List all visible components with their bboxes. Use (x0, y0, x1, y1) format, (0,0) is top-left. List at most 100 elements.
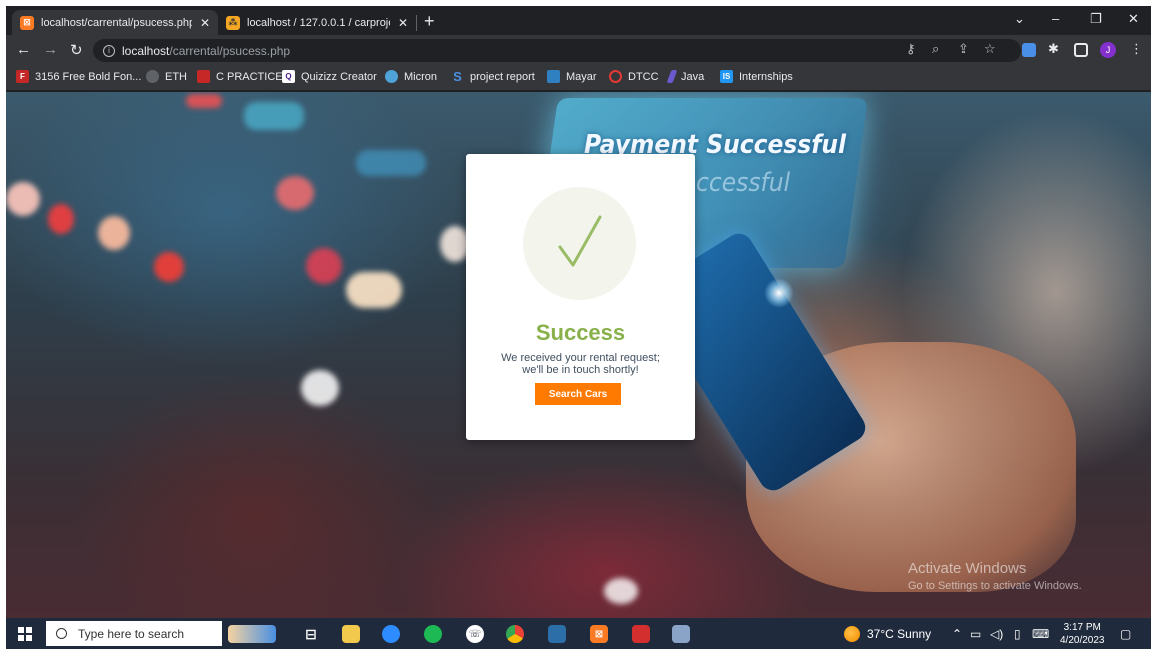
clock[interactable]: 3:17 PM 4/20/2023 (1060, 621, 1105, 647)
success-dialog: Success We received your rental request;… (466, 154, 695, 440)
puzzle-extensions-icon[interactable]: ✱ (1048, 41, 1059, 57)
notification-icon[interactable]: ▢ (1120, 627, 1131, 641)
bookmark-item[interactable]: F 3156 Free Bold Fon... (16, 70, 141, 83)
globe-icon (146, 70, 159, 83)
bookmark-item[interactable]: Micron (385, 70, 437, 83)
back-icon[interactable]: ← (16, 41, 31, 58)
screen: ⊠ localhost/carrental/psucess.php ✕ ⁂ lo… (6, 6, 1151, 649)
bookmark-item[interactable]: Q Quizizz Creator (282, 70, 377, 83)
tab-phpmyadmin[interactable]: ⁂ localhost / 127.0.0.1 / carproject ✕ (218, 10, 416, 35)
tab-psuccess[interactable]: ⊠ localhost/carrental/psucess.php ✕ (12, 10, 218, 35)
check-circle (523, 187, 636, 300)
bookmark-item[interactable]: ETH (146, 70, 187, 83)
vscode-icon[interactable] (548, 625, 566, 643)
bookmark-item[interactable]: Mayar (547, 70, 597, 83)
close-window-icon[interactable]: ✕ (1128, 11, 1139, 27)
address-bar[interactable]: i localhost /carrental/psucess.php (93, 39, 1021, 62)
quizizz-icon: Q (282, 70, 295, 83)
payment-card-text-echo: ccessful (696, 168, 791, 198)
weather-text[interactable]: 37°C Sunny (867, 627, 931, 641)
side-panel-icon[interactable] (1074, 43, 1088, 57)
clock-date: 4/20/2023 (1060, 635, 1105, 646)
success-message: We received your rental request; we'll b… (486, 352, 675, 376)
bookmark-item[interactable]: Sproject report (451, 69, 535, 84)
bookmark-label: Micron (404, 70, 438, 83)
xampp-icon[interactable]: ⊠ (590, 625, 608, 643)
menu-kebab-icon[interactable]: ⋮ (1130, 41, 1143, 57)
checkmark-icon (558, 215, 602, 267)
search-cars-button[interactable]: Search Cars (535, 383, 621, 405)
new-tab-button[interactable]: + (424, 11, 435, 32)
success-message-line: We received your rental request; (501, 352, 660, 364)
chrome-icon[interactable] (506, 625, 524, 643)
bokeh-light (6, 182, 40, 216)
tab-search-icon[interactable]: ⌄ (1014, 11, 1025, 27)
key-icon[interactable]: ⚷ (906, 41, 916, 57)
minimize-icon[interactable]: – (1052, 11, 1059, 26)
java-icon (666, 70, 678, 83)
micron-icon (385, 70, 398, 83)
network-icon[interactable]: ▭ (970, 627, 981, 641)
close-tab-icon[interactable]: ✕ (200, 16, 210, 30)
bookmark-label: C PRACTICE (216, 70, 283, 83)
activate-windows-watermark: Activate Windows Go to Settings to activ… (908, 560, 1082, 592)
search-icon (56, 628, 67, 639)
toolbar: ← → ↻ i localhost /carrental/psucess.php… (6, 35, 1151, 65)
taskbar-search[interactable]: Type here to search (46, 621, 222, 646)
bookmark-item[interactable]: DTCC (609, 70, 659, 83)
volume-icon[interactable]: ◁) (990, 627, 1003, 641)
tab-separator (416, 15, 417, 31)
oracle-icon (609, 70, 622, 83)
bookmark-star-icon[interactable]: ☆ (984, 41, 996, 57)
share-icon[interactable]: ⇪ (958, 41, 969, 57)
site-info-icon[interactable]: i (103, 44, 115, 57)
bookmark-label: project report (470, 70, 535, 83)
search-highlight-icon[interactable] (228, 625, 276, 643)
task-view-icon[interactable]: ⊟ (302, 625, 320, 643)
tray-chevron-icon[interactable]: ⌃ (952, 627, 962, 641)
bookmark-label: Mayar (566, 70, 597, 83)
bookmark-item[interactable]: Java (666, 70, 705, 83)
notepad-icon[interactable] (672, 625, 690, 643)
s-icon: S (453, 69, 462, 84)
close-tab-icon[interactable]: ✕ (398, 16, 408, 30)
spotify-icon[interactable] (424, 625, 442, 643)
bokeh-light (604, 578, 638, 604)
watermark-title: Activate Windows (908, 560, 1027, 577)
bookmark-label: Java (681, 70, 705, 83)
internshala-icon: IS (720, 70, 733, 83)
file-explorer-icon[interactable] (342, 625, 360, 643)
taskbar: Type here to search ⊟ ☏ ⊠ 37°C Sunny ⌃ ▭… (6, 618, 1151, 649)
zoom-app-icon[interactable] (382, 625, 400, 643)
whatsapp-icon[interactable]: ☏ (466, 625, 484, 643)
bookmark-label: ETH (165, 70, 187, 83)
bokeh-light (301, 370, 339, 406)
profile-avatar[interactable]: J (1100, 42, 1116, 58)
restore-icon[interactable]: ❐ (1090, 11, 1102, 27)
bokeh-light (356, 150, 426, 176)
bokeh-light (48, 204, 74, 234)
keyboard-icon[interactable]: ⌨ (1032, 627, 1049, 641)
reload-icon[interactable]: ↻ (70, 41, 83, 59)
font-bookmark-icon: F (16, 70, 29, 83)
tab-title: localhost/carrental/psucess.php (41, 16, 192, 29)
success-message-line: we'll be in touch shortly! (522, 364, 639, 376)
xampp-favicon-icon: ⊠ (20, 15, 34, 30)
battery-icon[interactable]: ▯ (1014, 627, 1021, 641)
acrobat-icon[interactable] (632, 625, 650, 643)
bookmark-item[interactable]: C PRACTICE (197, 70, 283, 83)
taskbar-search-placeholder: Type here to search (78, 626, 185, 641)
weather-sun-icon (844, 626, 860, 642)
zoom-icon[interactable]: ⌕ (932, 41, 939, 57)
tab-strip: ⊠ localhost/carrental/psucess.php ✕ ⁂ lo… (6, 6, 1151, 35)
bookmark-label: Internships (739, 70, 793, 83)
phpmyadmin-favicon-icon: ⁂ (226, 15, 240, 30)
bookmark-item[interactable]: IS Internships (720, 70, 793, 83)
bokeh-light (276, 176, 314, 210)
bokeh-light (306, 248, 342, 284)
forward-icon[interactable]: → (43, 41, 58, 58)
extension-icon[interactable] (1022, 43, 1036, 57)
url-path: /carrental/psucess.php (169, 43, 291, 58)
bokeh-light (244, 102, 304, 130)
windows-start-icon[interactable] (18, 627, 32, 641)
